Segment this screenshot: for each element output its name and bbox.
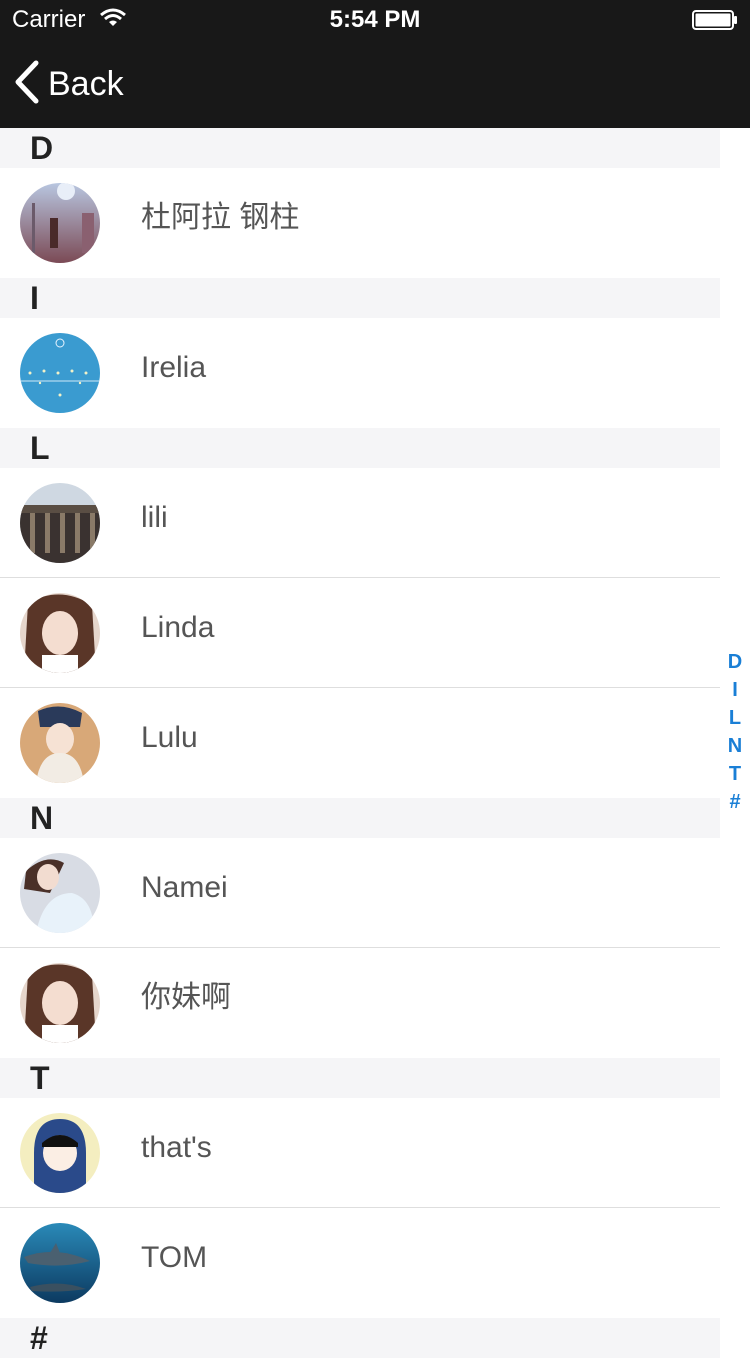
avatar [20,1223,100,1303]
index-item-i[interactable]: I [720,676,750,704]
contact-row[interactable]: TOM [0,1208,720,1318]
index-item-hash[interactable]: # [720,788,750,816]
contact-name: Namei [141,871,228,904]
avatar [20,853,100,933]
index-item-d[interactable]: D [720,648,750,676]
section-header-i: I [0,278,720,318]
status-bar: Carrier 5:54 PM [0,0,750,40]
contact-name: 杜阿拉 钢柱 [141,201,300,234]
index-item-t[interactable]: T [720,760,750,788]
index-item-n[interactable]: N [720,732,750,760]
contact-name: TOM [141,1241,208,1274]
contact-row[interactable]: 杜阿拉 钢柱 [0,168,720,278]
avatar [20,183,100,263]
contact-name: Lulu [141,721,198,754]
clock-label: 5:54 PM [329,6,421,33]
contact-row[interactable]: lili [0,468,720,578]
avatar [20,703,100,783]
section-header-t: T [0,1058,720,1098]
avatar [20,333,100,413]
contact-name: 你妹啊 [141,981,231,1014]
avatar [20,483,100,563]
contact-row[interactable]: that's [0,1098,720,1208]
section-header-n: N [0,798,720,838]
back-label: Back [48,64,124,103]
battery-icon [692,10,738,30]
back-button[interactable]: Back [14,60,124,108]
contact-row[interactable]: Irelia [0,318,720,428]
contact-name: Linda [141,611,215,644]
section-header-hash: # [0,1318,720,1358]
contacts-list[interactable]: D 杜阿拉 钢柱 I Irelia L lili Linda Lulu N Na… [0,128,720,1358]
navigation-bar: Back [0,40,750,128]
contact-name: Irelia [141,351,207,384]
section-header-d: D [0,128,720,168]
contact-row[interactable]: Linda [0,578,720,688]
avatar [20,1113,100,1193]
contact-row[interactable]: Lulu [0,688,720,798]
contact-name: that's [141,1131,212,1164]
section-index-bar[interactable]: D I L N T # [720,648,750,816]
contact-name: lili [141,501,168,534]
section-header-l: L [0,428,720,468]
index-item-l[interactable]: L [720,704,750,732]
avatar [20,963,100,1043]
avatar [20,593,100,673]
contact-row[interactable]: 你妹啊 [0,948,720,1058]
chevron-left-icon [14,60,40,109]
contact-row[interactable]: Namei [0,838,720,948]
